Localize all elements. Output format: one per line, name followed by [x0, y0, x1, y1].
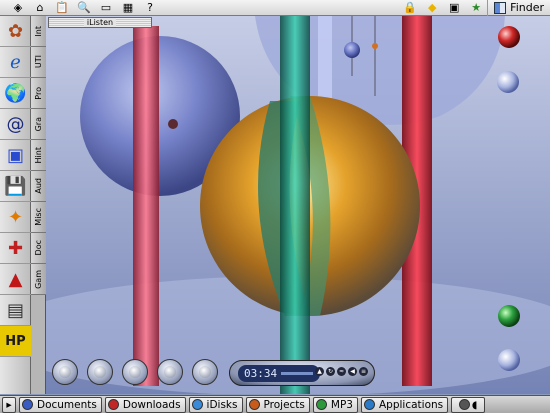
menu-bar: ◈ ⌂ 📋 🔍 ▭ ▦ ? 🔒 ◆ ▣ ★ Finder [0, 0, 550, 16]
idisks-folder-icon [191, 399, 203, 410]
stop-button[interactable] [157, 359, 183, 385]
hp-logo-icon[interactable]: HP [0, 326, 31, 357]
button-cap [164, 366, 176, 378]
play-button[interactable] [87, 359, 113, 385]
loop-icon[interactable]: ↻ [326, 367, 335, 376]
taskbar-label: Projects [263, 398, 305, 411]
tab-pro[interactable]: Pro [31, 78, 46, 109]
restaurant-icon[interactable]: ✿ [0, 16, 31, 47]
tab-doc[interactable]: Doc [31, 233, 46, 264]
tab-label: Misc [34, 208, 43, 226]
menubar-left-icons: ◈ ⌂ 📋 🔍 ▭ ▦ ? [0, 1, 161, 15]
email-icon[interactable]: @ [0, 109, 31, 140]
taskbar-item-idisks[interactable]: iDisks [188, 396, 243, 413]
launcher-tabs: Int UTI Pro Gra Hint Aud Misc Doc Gam [31, 16, 46, 394]
tab-label: Gam [34, 269, 43, 289]
tab-label: Gra [34, 116, 43, 132]
previous-button[interactable] [52, 359, 78, 385]
finder-icon [494, 1, 507, 14]
equalizer-icon[interactable]: ≡ [359, 367, 368, 376]
tab-uti[interactable]: UTI [31, 47, 46, 78]
globe-icon[interactable]: 🌍 [0, 78, 31, 109]
tab-label: UTI [34, 55, 43, 69]
taskbar-collapse-button[interactable]: ▸ [2, 396, 16, 413]
taskbar-label: iDisks [206, 398, 238, 411]
ilisten-window-titlebar[interactable]: iListen [48, 17, 152, 28]
launcher-palette: ✿ ℯ 🌍 @ ▣ 💾 ✦ ✚ ▲ ▤ HP Int UTI Pro Gra H… [0, 16, 46, 394]
next-button[interactable] [192, 359, 218, 385]
remote-desktop-icon[interactable]: ▣ [0, 140, 31, 171]
stick-figure-icon[interactable]: ✦ [0, 202, 31, 233]
projects-folder-icon [248, 399, 260, 410]
tab-hint[interactable]: Hint [31, 140, 46, 171]
downloads-folder-icon [107, 399, 119, 410]
application-name: Finder [510, 1, 544, 14]
tab-label: Aud [34, 178, 43, 194]
eject-icon[interactable]: ▲ [315, 367, 324, 376]
contacts-icon[interactable]: ▣ [446, 1, 462, 15]
star-icon[interactable]: ★ [468, 1, 484, 15]
desktop-picture [0, 16, 550, 394]
taskbar-label: MP3 [330, 398, 353, 411]
tab-aud[interactable]: Aud [31, 171, 46, 202]
tab-label: Hint [34, 146, 43, 164]
button-cap [129, 366, 141, 378]
taskbar-item-projects[interactable]: Projects [245, 396, 310, 413]
applications-folder-icon [363, 399, 375, 410]
volume-icon[interactable]: ◀ [348, 367, 357, 376]
lock-icon[interactable]: 🔒 [402, 1, 418, 15]
taskbar-label: Applications [378, 398, 444, 411]
tab-label: Int [34, 25, 43, 37]
button-cap [94, 366, 106, 378]
taskbar-label: Documents [37, 398, 97, 411]
diamond-icon[interactable]: ◆ [424, 1, 440, 15]
clipboard-icon[interactable]: 📋 [54, 1, 70, 15]
menubar-right-icons: 🔒 ◆ ▣ ★ Finder [399, 0, 550, 16]
tab-label: Doc [34, 240, 43, 256]
taskbar-item-applications[interactable]: Applications [360, 396, 449, 413]
window-title: iListen [83, 18, 117, 27]
taskbar-extra-button[interactable]: ◖ [451, 396, 486, 413]
tab-misc[interactable]: Misc [31, 202, 46, 233]
tab-label: Pro [34, 86, 43, 100]
pause-button[interactable] [122, 359, 148, 385]
button-cap [59, 366, 71, 378]
task-bar: ▸ Documents Downloads iDisks Projects MP… [0, 395, 550, 413]
time-display: 03:34 [238, 365, 320, 382]
desktop-background [0, 16, 550, 394]
internet-explorer-icon[interactable]: ℯ [0, 47, 31, 78]
launcher-buttons: ✿ ℯ 🌍 @ ▣ 💾 ✦ ✚ ▲ ▤ HP [0, 16, 31, 394]
taskbar-item-mp3[interactable]: MP3 [312, 396, 358, 413]
drive-icon [458, 399, 470, 410]
finder-menu-icon[interactable]: ◈ [10, 1, 26, 15]
taskbar-item-documents[interactable]: Documents [19, 396, 102, 413]
player-display: 03:34 ▲ ↻ ≈ ◀ ≡ [229, 360, 375, 386]
tab-gra[interactable]: Gra [31, 109, 46, 140]
button-cap [199, 366, 211, 378]
calculator-icon[interactable]: ▦ [120, 1, 136, 15]
help-icon[interactable]: ? [142, 1, 158, 15]
elapsed-time: 03:34 [244, 367, 278, 380]
puzzle-icon[interactable]: ✚ [0, 233, 31, 264]
progress-bar[interactable] [281, 372, 314, 375]
mp3-folder-icon [315, 399, 327, 410]
shuffle-icon[interactable]: ≈ [337, 367, 346, 376]
floppy-disk-icon[interactable]: 💾 [0, 171, 31, 202]
printer-icon[interactable]: ▤ [0, 295, 31, 326]
taskbar-label: Downloads [122, 398, 181, 411]
home-icon[interactable]: ⌂ [32, 1, 48, 15]
tab-int[interactable]: Int [31, 16, 46, 47]
window-icon[interactable]: ▭ [98, 1, 114, 15]
search-icon[interactable]: 🔍 [76, 1, 92, 15]
adobe-icon[interactable]: ▲ [0, 264, 31, 295]
tab-gam[interactable]: Gam [31, 264, 46, 295]
application-menu[interactable]: Finder [487, 0, 550, 16]
taskbar-item-downloads[interactable]: Downloads [104, 396, 186, 413]
display-buttons: ▲ ↻ ≈ ◀ ≡ [315, 367, 368, 376]
documents-folder-icon [22, 399, 33, 410]
